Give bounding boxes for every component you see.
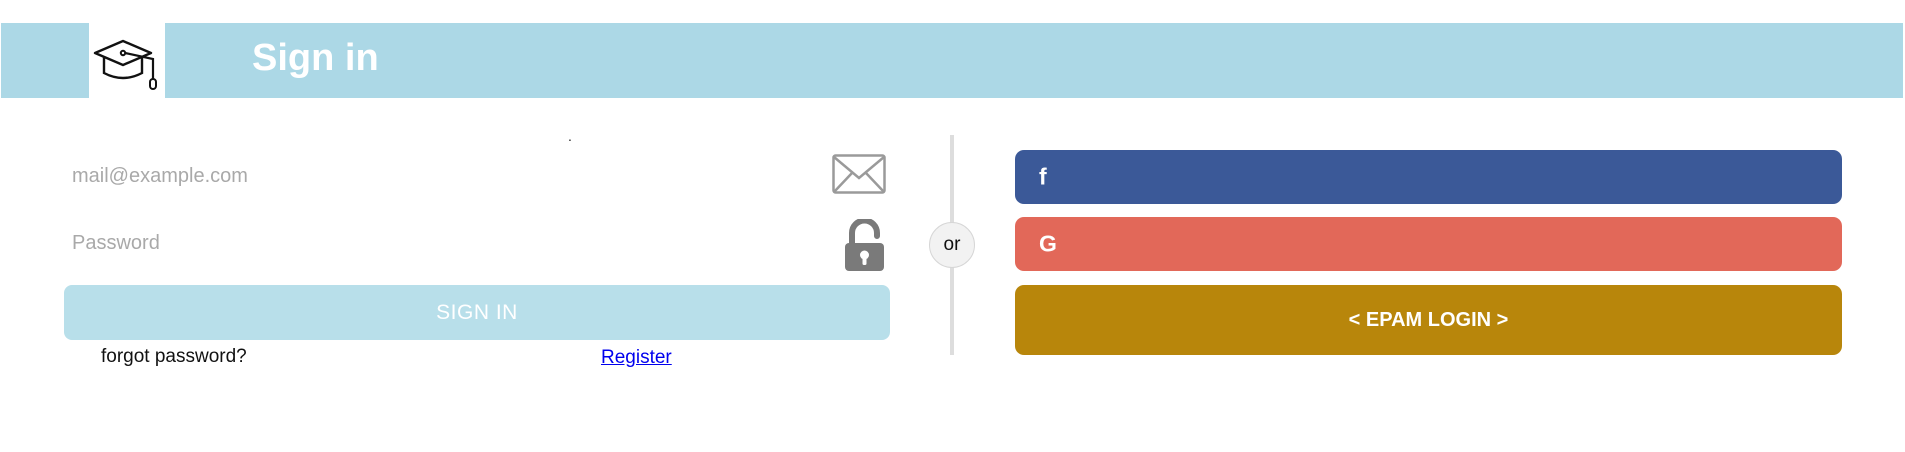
facebook-icon: f: [1039, 163, 1047, 190]
email-field[interactable]: [64, 148, 890, 204]
stray-marker: .: [568, 128, 572, 144]
password-field[interactable]: [64, 215, 890, 271]
epam-login-button[interactable]: < EPAM LOGIN >: [1015, 285, 1842, 355]
graduation-cap-icon: [93, 39, 157, 90]
page-header: Sign in: [1, 23, 1903, 98]
sign-in-button[interactable]: SIGN IN: [64, 285, 890, 340]
unlocked-padlock-icon: [845, 219, 884, 271]
password-input[interactable]: [64, 215, 890, 271]
page-title: Sign in: [252, 37, 379, 79]
email-input[interactable]: [64, 148, 890, 204]
facebook-login-button[interactable]: f: [1015, 150, 1842, 204]
logo: [89, 23, 165, 98]
or-separator: or: [929, 222, 975, 268]
google-icon: G: [1039, 230, 1057, 257]
register-link[interactable]: Register: [601, 347, 672, 369]
google-login-button[interactable]: G: [1015, 217, 1842, 271]
envelope-icon: [832, 154, 886, 194]
forgot-password-link[interactable]: forgot password?: [101, 346, 247, 368]
or-label: or: [943, 234, 961, 255]
